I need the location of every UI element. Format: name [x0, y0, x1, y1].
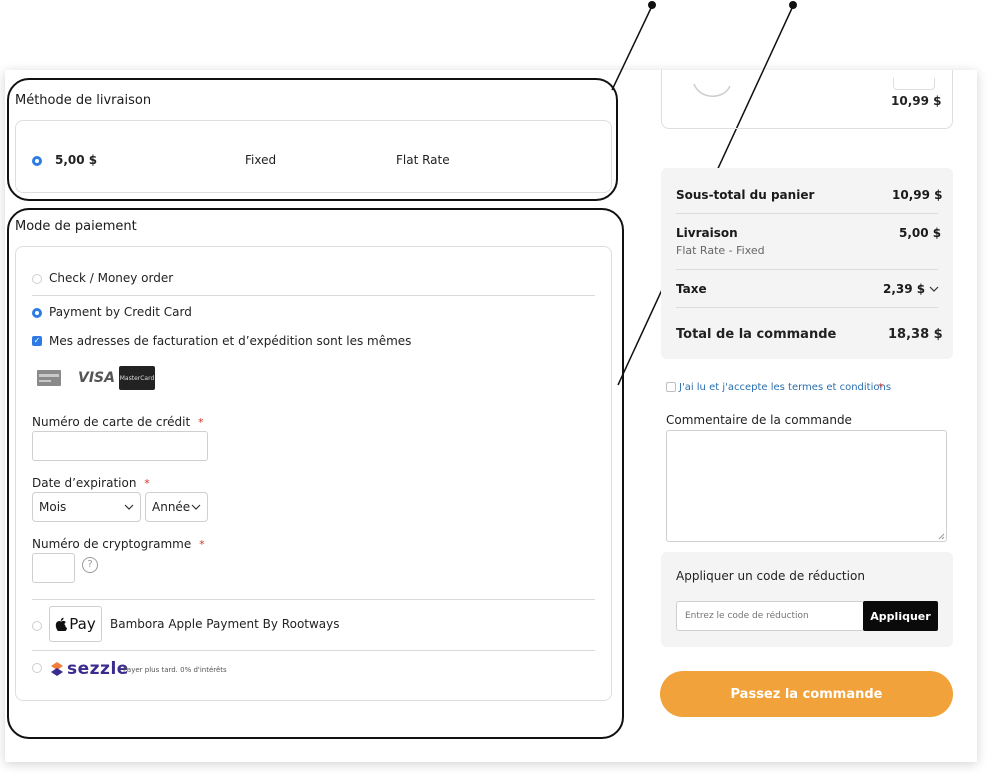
discount-code-input[interactable] — [676, 601, 864, 631]
chevron-down-icon — [124, 504, 134, 510]
visa-icon: VISA — [78, 370, 115, 386]
annotation-dot-shipping — [648, 1, 656, 9]
terms-required-mark: * — [878, 382, 883, 393]
place-order-button[interactable]: Passez la commande — [660, 671, 953, 717]
amex-icon — [36, 366, 62, 390]
cvv-input[interactable] — [32, 553, 75, 583]
divider — [32, 599, 595, 600]
tax-value-text: 2,39 $ — [883, 282, 926, 296]
required-mark: * — [199, 538, 205, 551]
annotation-dot-payment — [789, 1, 797, 9]
cvv-label-text: Numéro de cryptogramme — [32, 537, 192, 551]
shipping-summary-label: Livraison — [676, 226, 738, 240]
subtotal-label: Sous-total du panier — [676, 188, 815, 202]
shipping-summary-value: 5,00 $ — [899, 226, 942, 240]
shipping-price: 5,00 $ — [55, 153, 98, 167]
expiry-label-text: Date d’expiration — [32, 476, 137, 490]
check-money-order-radio[interactable] — [32, 274, 42, 284]
resize-handle-icon[interactable] — [938, 533, 945, 540]
sezzle-icon — [51, 662, 63, 676]
same-address-label[interactable]: Mes adresses de facturation et d’expédit… — [49, 334, 411, 348]
terms-checkbox[interactable] — [666, 382, 676, 392]
expiry-label: Date d’expiration * — [32, 476, 150, 490]
total-label: Total de la commande — [676, 327, 837, 342]
same-address-checkbox[interactable]: ✓ — [32, 336, 42, 346]
total-value: 18,38 $ — [888, 327, 943, 342]
tax-value[interactable]: 2,39 $ — [883, 282, 939, 296]
sezzle-text: sezzle — [67, 659, 129, 679]
discount-title: Appliquer un code de réduction — [676, 569, 865, 583]
subtotal-value: 10,99 $ — [892, 188, 943, 202]
product-image — [693, 83, 731, 97]
apply-discount-button[interactable]: Appliquer — [863, 601, 938, 631]
shipping-title: Méthode de livraison — [15, 93, 152, 108]
required-mark: * — [198, 416, 204, 429]
sezzle-label: Payer plus tard. 0% d'intérêts — [123, 666, 227, 674]
sezzle-logo: sezzle — [49, 659, 129, 679]
credit-card-label[interactable]: Payment by Credit Card — [49, 305, 192, 319]
month-select-value: Mois — [39, 500, 67, 514]
tax-label: Taxe — [676, 282, 707, 296]
comment-textarea[interactable] — [666, 430, 947, 542]
sezzle-radio[interactable] — [32, 663, 42, 673]
shipping-carrier: Flat Rate — [396, 153, 450, 167]
check-money-order-label[interactable]: Check / Money order — [49, 271, 173, 285]
shipping-summary-detail: Flat Rate - Fixed — [676, 244, 765, 257]
annotation-line-shipping — [611, 5, 653, 91]
apple-pay-radio[interactable] — [32, 621, 42, 631]
year-select-value: Année — [152, 500, 191, 514]
cart-item-price: 10,99 $ — [891, 94, 942, 108]
month-select[interactable]: Mois — [32, 492, 141, 522]
shipping-method: Fixed — [245, 153, 277, 167]
mastercard-text: MasterCard — [119, 374, 155, 382]
help-icon[interactable]: ? — [82, 557, 98, 573]
discount-box — [661, 552, 953, 647]
summary-divider — [676, 307, 938, 308]
card-number-label-text: Numéro de carte de crédit — [32, 415, 191, 429]
chevron-down-icon — [929, 286, 939, 292]
divider — [32, 295, 595, 296]
shipping-radio[interactable] — [32, 156, 42, 166]
mastercard-icon: MasterCard — [119, 366, 155, 390]
card-number-label: Numéro de carte de crédit * — [32, 415, 204, 429]
chevron-down-icon — [191, 504, 201, 510]
terms-link[interactable]: J'ai lu et j'accepte les termes et condi… — [679, 382, 891, 393]
payment-title: Mode de paiement — [15, 219, 137, 234]
summary-divider — [676, 213, 938, 214]
credit-card-radio[interactable] — [32, 308, 42, 318]
divider — [32, 650, 595, 651]
apple-icon — [56, 617, 68, 631]
required-mark: * — [144, 477, 150, 490]
year-select[interactable]: Année — [145, 492, 208, 522]
cvv-label: Numéro de cryptogramme * — [32, 537, 205, 551]
qty-box[interactable] — [893, 78, 935, 90]
card-number-input[interactable] — [32, 431, 208, 461]
comment-label: Commentaire de la commande — [666, 413, 852, 427]
shipping-method-box — [15, 120, 612, 193]
summary-divider — [676, 269, 938, 270]
apple-pay-label[interactable]: Bambora Apple Payment By Rootways — [110, 617, 340, 631]
apple-pay-text: Pay — [69, 615, 96, 633]
apple-pay-logo: Pay — [49, 606, 102, 642]
